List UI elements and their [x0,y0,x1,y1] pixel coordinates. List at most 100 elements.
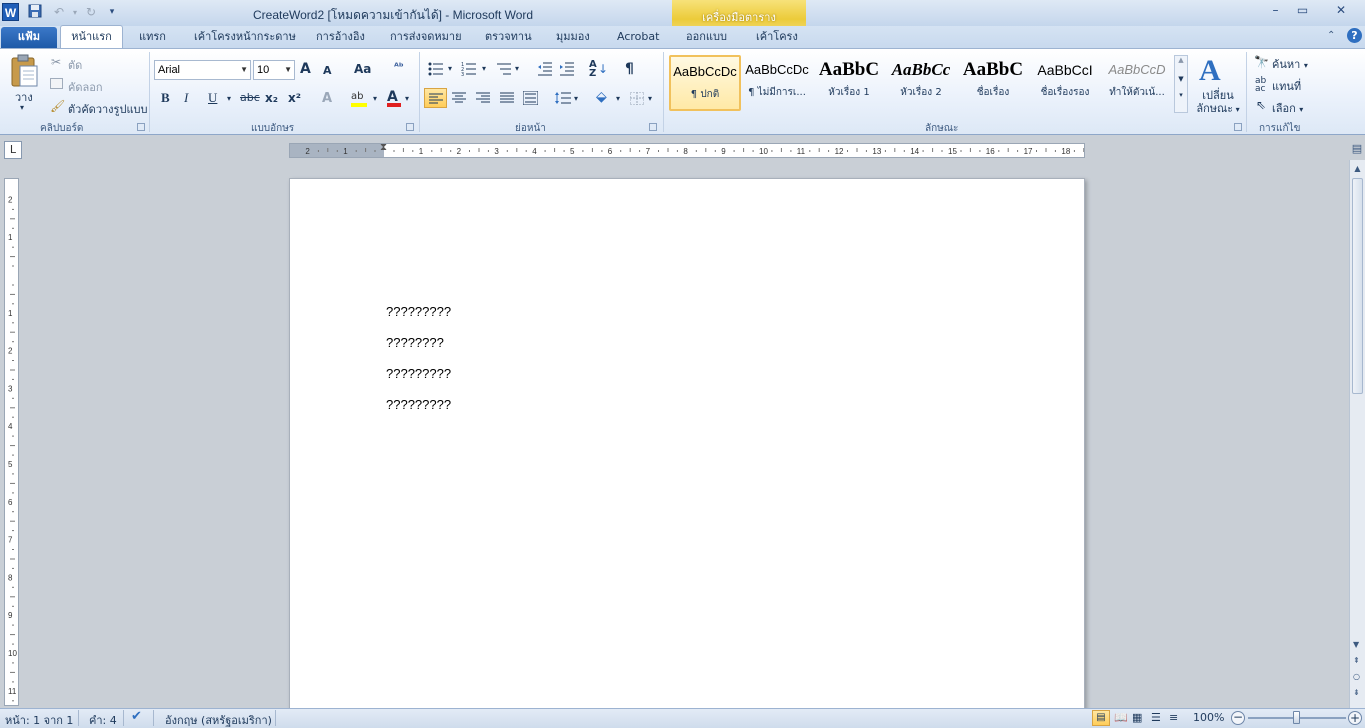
zoom-out-icon[interactable]: − [1231,711,1245,725]
paragraph-1[interactable]: ????????? [386,304,451,319]
style-no-spacing[interactable]: AaBbCcDc ¶ ไม่มีการเ... [741,55,813,111]
zoom-slider-thumb[interactable] [1293,711,1300,724]
proofing-icon[interactable]: ✔ [131,709,142,724]
shading-dropdown-icon[interactable]: ▾ [616,94,620,103]
styles-scroll-down-icon[interactable]: ▼ [1175,75,1187,83]
find-button[interactable]: ค้นหา ▾ [1272,55,1308,73]
close-button[interactable]: ✕ [1318,2,1364,19]
style-subtitle[interactable]: AaBbCcI ชื่อเรื่องรอง [1029,55,1101,111]
paste-icon[interactable] [10,54,40,93]
borders-dropdown-icon[interactable]: ▾ [648,94,652,103]
font-size-combo[interactable]: 10 ▼ [253,60,295,80]
cut-label[interactable]: ตัด [68,56,82,74]
align-right-icon[interactable] [476,92,490,107]
previous-page-icon[interactable]: ⇞ [1353,656,1360,665]
font-name-dropdown-icon[interactable]: ▼ [240,61,248,79]
tab-design[interactable]: ออกแบบ [686,28,727,48]
zoom-level[interactable]: 100% [1193,711,1224,724]
grow-font-button[interactable]: A [300,60,311,78]
customize-qat-icon[interactable]: ▾ [103,4,121,21]
save-icon[interactable] [26,4,44,21]
clipboard-launcher-icon[interactable] [137,123,145,131]
draft-view-icon[interactable]: ≡ [1169,711,1178,724]
style-normal[interactable]: AaBbCcDc ¶ ปกติ [669,55,741,111]
select-cursor-icon[interactable]: ⇖ [1256,98,1266,112]
sort-arrow-icon[interactable]: ↓ [598,62,608,76]
multilevel-dropdown-icon[interactable]: ▾ [515,64,519,73]
multilevel-list-icon[interactable] [496,62,512,79]
tab-home[interactable]: หน้าแรก [60,25,123,49]
select-button[interactable]: เลือก ▾ [1272,99,1303,117]
font-color-dropdown-icon[interactable]: ▾ [405,94,409,103]
next-page-icon[interactable]: ⇟ [1353,688,1360,697]
styles-scroll-up-icon[interactable]: ▲ [1175,56,1187,64]
italic-button[interactable]: I [184,89,188,107]
change-styles-button[interactable]: เปลี่ยน ลักษณะ ▾ [1196,89,1240,116]
sort-icon[interactable]: AZ [589,60,597,79]
tab-view[interactable]: มุมมอง [556,28,590,48]
text-effects-icon[interactable]: A [322,91,332,106]
indent-marker-icon[interactable]: ⧗ [380,144,387,153]
styles-scroll[interactable]: ▲ ▼ ▾ [1174,55,1188,113]
bullets-dropdown-icon[interactable]: ▾ [448,64,452,73]
style-heading-2[interactable]: AaBbCc หัวเรื่อง 2 [885,55,957,111]
font-color-icon[interactable]: A [387,89,401,107]
paste-dropdown-icon[interactable]: ▾ [20,103,24,112]
font-launcher-icon[interactable] [406,123,414,131]
horizontal-ruler[interactable]: 2 1 1 2 3 4 5 6 7 8 9 10 11 12 13 14 15 16 17 18 ⧗ [289,143,1085,158]
replace-icon[interactable]: ab ac [1255,77,1266,94]
view-ruler-icon[interactable]: ▤ [1349,142,1365,159]
tab-acrobat[interactable]: Acrobat [617,28,659,48]
tab-file[interactable]: แฟ้ม [1,27,57,48]
styles-more-icon[interactable]: ▾ [1175,91,1187,99]
scroll-thumb[interactable] [1352,178,1363,394]
style-subtle-emphasis[interactable]: AaBbCcD ทำให้ตัวเน้... [1101,55,1173,111]
bold-button[interactable]: B [161,89,170,107]
highlight-dropdown-icon[interactable]: ▾ [373,94,377,103]
distributed-icon[interactable] [522,90,539,108]
vertical-scrollbar[interactable]: ▲ ▼ ⇞ ○ ⇟ [1349,160,1365,708]
scroll-down-icon[interactable]: ▼ [1353,640,1359,649]
highlight-icon[interactable]: ab [351,89,368,107]
borders-icon[interactable] [629,91,645,108]
paragraph-4[interactable]: ????????? [386,397,451,412]
shrink-font-button[interactable]: A [323,62,332,80]
underline-button[interactable]: U [208,89,217,107]
align-left-button[interactable] [424,88,447,108]
page-count-status[interactable]: หน้า: 1 จาก 1 [5,711,73,728]
web-layout-icon[interactable]: ▦ [1132,711,1142,724]
redo-icon[interactable]: ↻ [82,4,100,21]
vertical-ruler[interactable]: 2 1 1 2 3 4 5 6 7 8 9 10 11 [4,178,19,706]
tab-mailings[interactable]: การส่งจดหมาย [390,28,462,48]
copy-icon[interactable] [50,78,63,89]
tab-references[interactable]: การอ้างอิง [316,28,365,48]
line-spacing-dropdown-icon[interactable]: ▾ [574,94,578,103]
style-title[interactable]: AaBbC ชื่อเรื่อง [957,55,1029,111]
increase-indent-icon[interactable] [559,62,575,79]
word-app-icon[interactable]: W [2,3,19,21]
tab-selector-button[interactable]: L [4,141,22,159]
line-spacing-icon[interactable] [555,91,571,108]
underline-dropdown-icon[interactable]: ▾ [227,94,231,103]
zoom-slider-track[interactable] [1248,711,1346,724]
justify-icon[interactable] [500,92,514,107]
change-styles-icon[interactable]: A [1199,54,1221,88]
clear-formatting-icon[interactable]: ᴬᵇ [394,62,404,73]
word-count-status[interactable]: คำ: 4 [89,711,117,728]
copy-label[interactable]: คัดลอก [68,78,103,96]
scroll-up-icon[interactable]: ▲ [1350,164,1365,173]
tab-page-layout[interactable]: เค้าโครงหน้ากระดาษ [194,28,296,48]
maximize-button[interactable]: ▭ [1289,2,1316,19]
tab-insert[interactable]: แทรก [139,28,166,48]
align-center-icon[interactable] [452,92,466,107]
tab-layout[interactable]: เค้าโครง [756,28,798,48]
subscript-button[interactable]: x₂ [265,89,278,107]
help-icon[interactable]: ? [1347,28,1362,43]
outline-view-icon[interactable]: ☰ [1151,711,1161,724]
document-page[interactable]: ????????? ???????? ????????? ????????? [289,178,1085,718]
font-size-dropdown-icon[interactable]: ▼ [284,61,292,79]
full-screen-reading-icon[interactable]: 📖 [1114,711,1128,724]
browse-object-icon[interactable]: ○ [1353,672,1360,681]
format-painter-icon[interactable]: 🖌 [50,99,65,113]
zoom-in-icon[interactable]: + [1348,711,1362,725]
